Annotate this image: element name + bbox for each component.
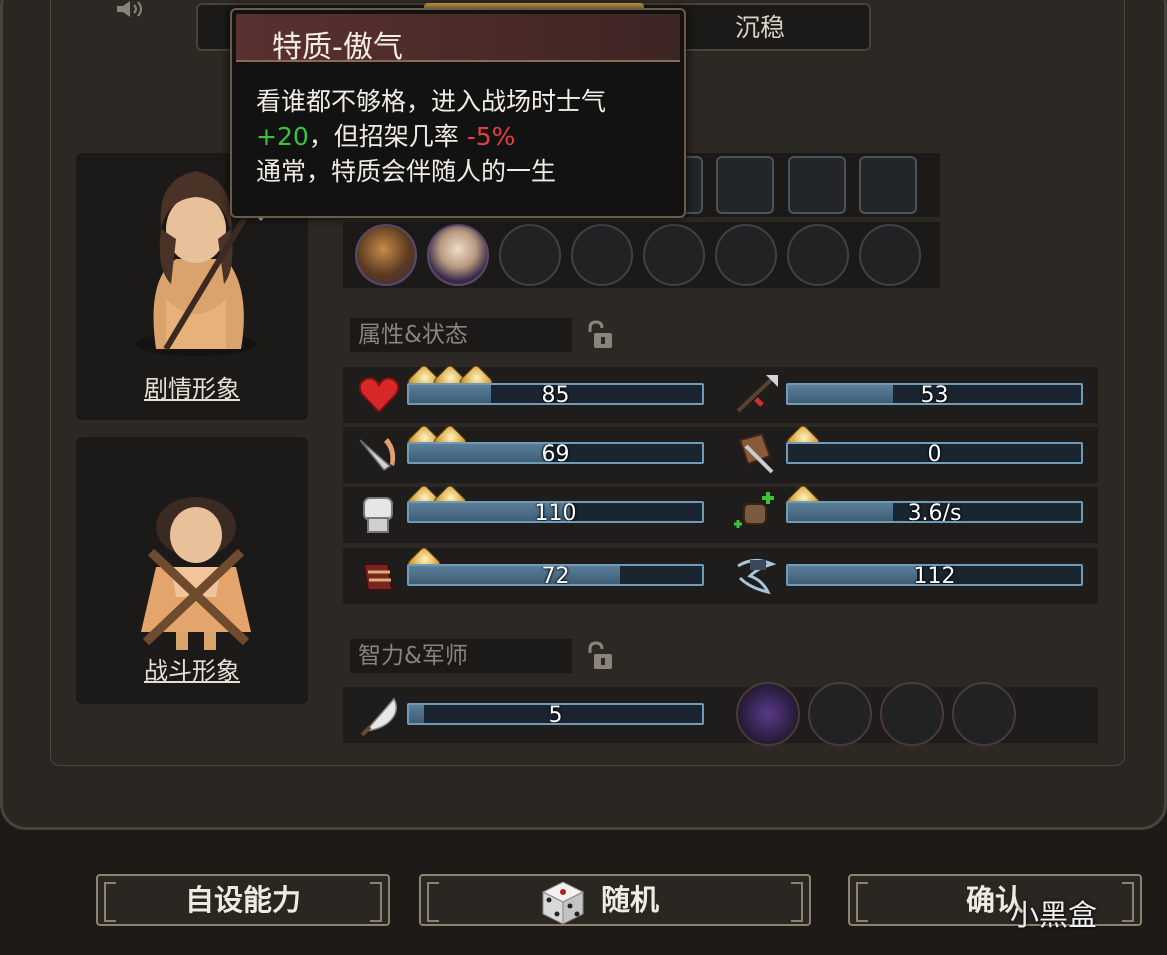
arrow-icon [736, 375, 778, 413]
trait-proud-icon[interactable] [355, 224, 417, 286]
tooltip-line-3: 通常，特质会伴随人的一生 [256, 157, 557, 186]
strategy-slot[interactable] [808, 682, 872, 746]
fist-plus-icon [734, 492, 774, 528]
health-value: 85 [541, 383, 570, 405]
ranged-bar: 53 [786, 383, 1083, 405]
battle-portrait-card[interactable]: 战斗形象 [76, 437, 308, 704]
equipment-slot[interactable] [716, 156, 774, 214]
attack-value: 69 [541, 442, 570, 464]
confirm-button[interactable]: 确认 [848, 874, 1142, 926]
intellect-header: 智力&军师 [350, 639, 572, 673]
trait-slot[interactable] [643, 224, 705, 286]
regen-value: 3.6/s [907, 501, 962, 523]
shield-sword-icon [738, 432, 774, 474]
lightning-skill-icon[interactable] [736, 682, 800, 746]
watermark-logo: 小黑盒 [1010, 898, 1098, 932]
tooltip-line-1: 看谁都不够格，进入战场时士气 [256, 87, 607, 116]
trait-tooltip: 特质-傲气 看谁都不够格，进入战场时士气 +20，但招架几率 -5% 通常，特质… [230, 8, 686, 218]
bracer-icon [362, 563, 394, 591]
tooltip-header: 特质-傲气 [236, 14, 680, 65]
attributes-header: 属性&状态 [350, 318, 572, 352]
speaker-icon[interactable] [115, 0, 147, 18]
random-button[interactable]: 随机 [419, 874, 811, 926]
defense-value: 72 [541, 564, 570, 586]
strength-value: 110 [534, 501, 577, 523]
regen-bar: 3.6/s [786, 501, 1083, 523]
heart-icon [358, 377, 400, 414]
strategy-slot[interactable] [880, 682, 944, 746]
strategy-slot[interactable] [952, 682, 1016, 746]
tooltip-description: 看谁都不够格，进入战场时士气 +20，但招架几率 -5% 通常，特质会伴随人的一… [256, 84, 666, 189]
intellect-value: 5 [548, 703, 563, 725]
tooltip-line-2-text: ，但招架几率 [308, 122, 467, 151]
parry-value: 0 [927, 442, 942, 464]
trait-tab-steady[interactable]: 沉稳 [700, 8, 820, 44]
attack-bar: 69 [407, 442, 704, 464]
story-portrait-label[interactable]: 剧情形象 [76, 369, 308, 404]
parry-bar: 0 [786, 442, 1083, 464]
strength-bar: 110 [407, 501, 704, 523]
tooltip-title: 特质-傲气 [272, 30, 403, 65]
trait-slot[interactable] [787, 224, 849, 286]
feather-fan-icon [360, 697, 397, 737]
random-button-label: 随机 [601, 883, 660, 917]
ranged-value: 53 [920, 383, 949, 405]
tooltip-line-2: +20，但招架几率 -5% [256, 119, 666, 154]
trait-slot-row [343, 222, 940, 288]
defense-bar: 72 [407, 564, 704, 586]
agility-value: 112 [913, 564, 956, 586]
unlock-icon[interactable] [584, 641, 614, 671]
equipment-slot[interactable] [859, 156, 917, 214]
morale-bonus: +20 [256, 122, 309, 151]
unlock-icon[interactable] [584, 320, 614, 350]
equipment-slot[interactable] [788, 156, 846, 214]
trait-slot[interactable] [499, 224, 561, 286]
fist-icon [363, 497, 393, 533]
battle-portrait-image [141, 497, 251, 650]
trait-thumbs-down-icon[interactable] [427, 224, 489, 286]
whirlwind-icon [737, 559, 777, 595]
battle-portrait-label[interactable]: 战斗形象 [76, 651, 308, 686]
custom-ability-button[interactable]: 自设能力 [96, 874, 390, 926]
parry-penalty: -5% [466, 122, 516, 151]
dice-icon [541, 881, 585, 925]
health-bar: 85 [407, 383, 704, 405]
trait-slot[interactable] [571, 224, 633, 286]
trait-slot[interactable] [859, 224, 921, 286]
trait-slot[interactable] [715, 224, 777, 286]
blade-icon [359, 438, 396, 472]
agility-bar: 112 [786, 564, 1083, 586]
intellect-bar: 5 [407, 703, 704, 725]
